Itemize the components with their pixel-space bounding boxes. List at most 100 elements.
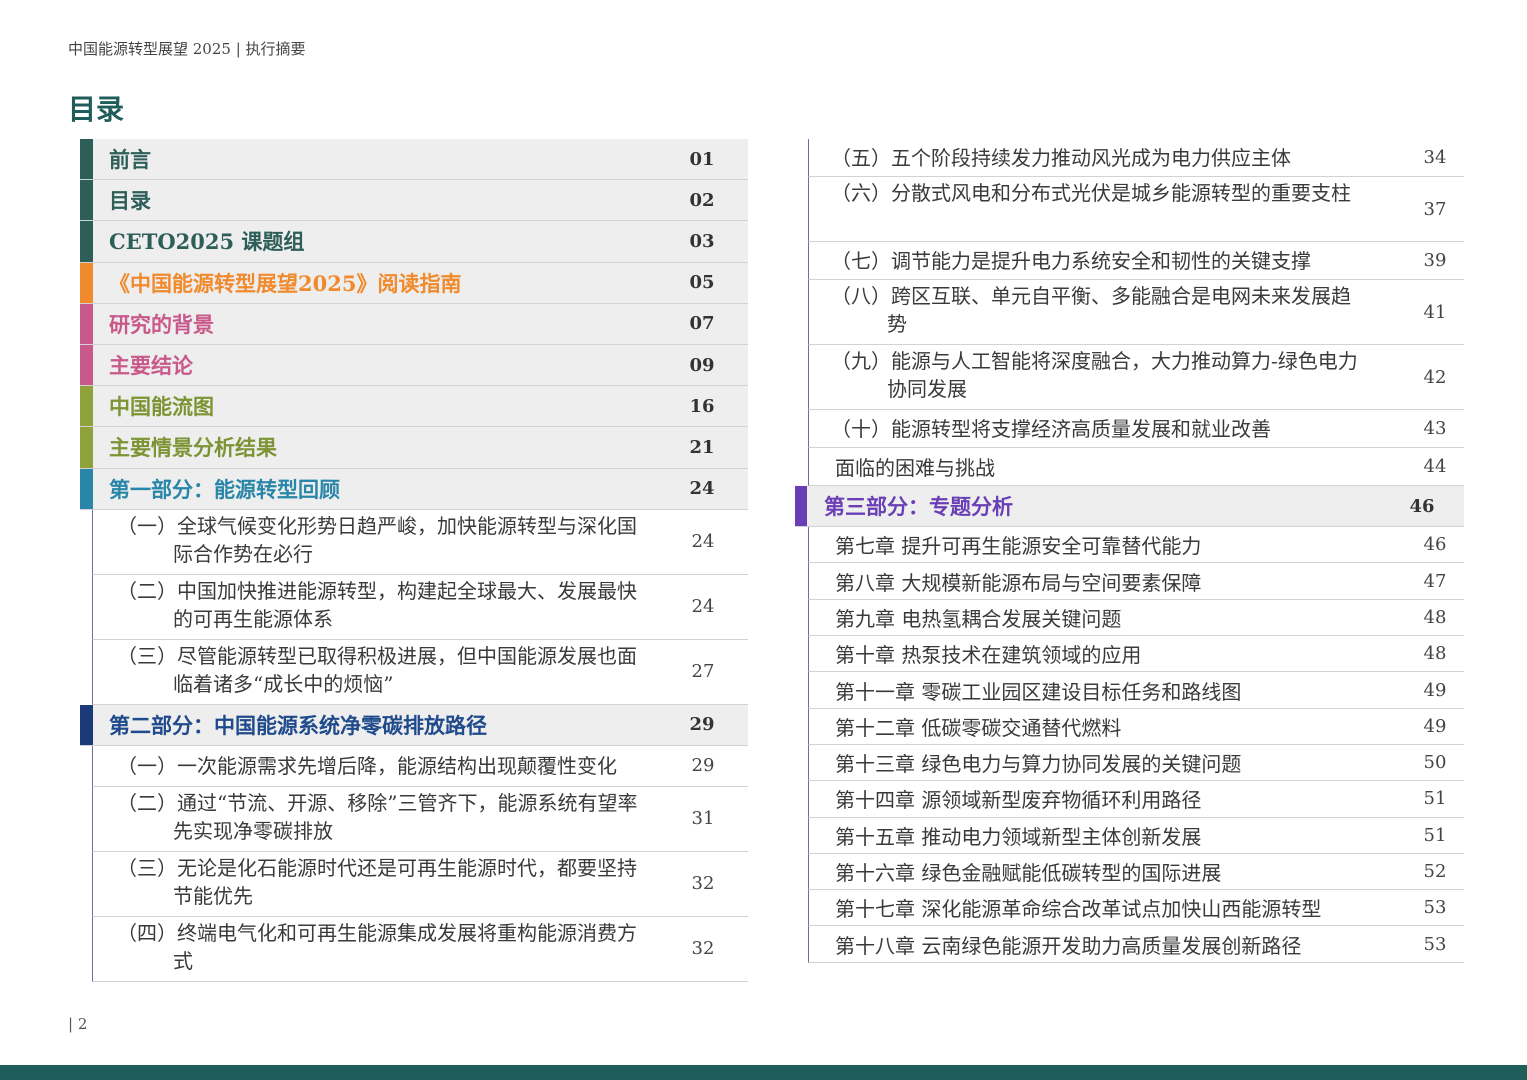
toc-entry-title: 目录	[109, 188, 151, 214]
section-color-bar	[80, 139, 93, 180]
toc-page-number: 02	[689, 189, 715, 211]
toc-entry-text: （七）调节能力是提升电力系统安全和韧性的关键支撑	[831, 248, 1311, 273]
toc-entry-title: 第十五章 推动电力领域新型主体创新发展	[835, 824, 1202, 849]
toc-page-number: 05	[689, 272, 715, 294]
toc-entry-text: （十）能源转型将支撑经济高质量发展和就业改善	[831, 416, 1271, 441]
toc-page-number: 52	[1423, 861, 1447, 882]
toc-entry[interactable]: 第十三章 绿色电力与算力协同发展的关键问题 50	[808, 744, 1464, 782]
toc-page-number: 37	[1423, 198, 1447, 220]
toc-entry[interactable]: 前言 01	[80, 139, 748, 181]
toc-page-number: 53	[1423, 933, 1447, 955]
toc-entry[interactable]: （二）中国加快推进能源转型，构建起全球最大、发展最快的可再生能源体系 24	[92, 574, 748, 640]
toc-entry[interactable]: （二）通过“节流、开源、移除”三管齐下，能源系统有望率先实现净零碳排放 31	[92, 786, 748, 852]
toc-entry[interactable]: 面临的困难与挑战 44	[808, 448, 1464, 486]
toc-entry[interactable]: 中国能流图 16	[80, 386, 748, 428]
toc-entry[interactable]: 第十五章 推动电力领域新型主体创新发展 51	[808, 817, 1464, 854]
toc-page-number: 46	[1409, 495, 1435, 517]
toc-entry-text: （八）跨区互联、单元自平衡、多能融合是电网未来发展趋势	[831, 284, 1351, 336]
toc-page-number: 51	[1423, 824, 1447, 846]
toc-entry[interactable]: 第三部分：专题分析 46	[795, 486, 1464, 528]
toc-entry[interactable]: 第九章 电热氢耦合发展关键问题 48	[808, 599, 1464, 637]
toc-page-number: 47	[1423, 570, 1447, 592]
toc-page-number: 44	[1423, 456, 1447, 477]
toc-entry[interactable]: 第一部分：能源转型回顾 24	[80, 468, 748, 510]
toc-entry-text: （九）能源与人工智能将深度融合，大力推动算力-绿色电力协同发展	[831, 349, 1358, 401]
toc-entry-title: 《中国能源转型展望2025》阅读指南	[109, 270, 462, 296]
toc-entry-title: （九）能源与人工智能将深度融合，大力推动算力-绿色电力协同发展	[831, 347, 1364, 403]
section-color-bar	[80, 344, 93, 386]
toc-page-number: 49	[1423, 679, 1447, 701]
toc-entry[interactable]: （九）能源与人工智能将深度融合，大力推动算力-绿色电力协同发展 42	[808, 345, 1464, 410]
toc-entry-title: 中国能流图	[109, 394, 214, 420]
toc-entry-title: 第十八章 云南绿色能源开发助力高质量发展创新路径	[835, 933, 1302, 958]
toc-entry[interactable]: 第二部分：中国能源系统净零碳排放路径 29	[80, 704, 748, 746]
toc-entry-title: 第一部分：能源转型回顾	[109, 476, 340, 502]
toc-page-number: 16	[689, 395, 715, 417]
toc-page-number: 53	[1423, 897, 1447, 919]
section-color-bar	[80, 221, 93, 262]
toc-entry[interactable]: 《中国能源转型展望2025》阅读指南 05	[80, 262, 748, 304]
toc-entry-title: 第八章 大规模新能源布局与空间要素保障	[835, 570, 1202, 595]
toc-entry[interactable]: （八）跨区互联、单元自平衡、多能融合是电网未来发展趋势 41	[808, 280, 1464, 345]
toc-entry-title: 面临的困难与挑战	[835, 456, 995, 480]
running-header: 中国能源转型展望 2025 | 执行摘要	[68, 40, 306, 58]
page-number: | 2	[68, 1015, 88, 1033]
toc-entry-text: （二）中国加快推进能源转型，构建起全球最大、发展最快的可再生能源体系	[117, 578, 637, 631]
toc-page-number: 34	[1423, 147, 1447, 168]
toc-right-column: （五）五个阶段持续发力推动风光成为电力供应主体 34 （六）分散式风电和分布式光伏是…	[795, 139, 1464, 963]
toc-entry-title: （三）无论是化石能源时代还是可再生能源时代，都要坚持节能优先	[117, 854, 652, 910]
toc-entry-text: （一）全球气候变化形势日趋严峻，加快能源转型与深化国际合作势在必行	[117, 513, 637, 566]
toc-entry[interactable]: （一）一次能源需求先增后降，能源结构出现颠覆性变化 29	[92, 745, 748, 787]
section-color-bar	[80, 303, 93, 344]
toc-entry-title: （一）全球气候变化形势日趋严峻，加快能源转型与深化国际合作势在必行	[117, 512, 652, 568]
toc-entry-title: 第十章 热泵技术在建筑领域的应用	[835, 643, 1142, 668]
toc-entry[interactable]: 第十二章 低碳零碳交通替代燃料 49	[808, 708, 1464, 745]
toc-entry[interactable]: 第十章 热泵技术在建筑领域的应用 48	[808, 636, 1464, 673]
toc-entry-text: （一）一次能源需求先增后降，能源结构出现颠覆性变化	[117, 753, 617, 778]
toc-page-number: 27	[691, 661, 715, 683]
toc-entry[interactable]: 目录 02	[80, 180, 748, 222]
toc-entry-title: （四）终端电气化和可再生能源集成发展将重构能源消费方式	[117, 919, 652, 975]
toc-entry-text: （四）终端电气化和可再生能源集成发展将重构能源消费方式	[117, 920, 637, 973]
toc-entry[interactable]: （三）无论是化石能源时代还是可再生能源时代，都要坚持节能优先 32	[92, 851, 748, 917]
toc-page-number: 24	[689, 478, 715, 500]
toc-entry-title: CETO2025 课题组	[109, 229, 305, 255]
toc-entry-title: 第十六章 绿色金融赋能低碳转型的国际进展	[835, 861, 1222, 885]
toc-entry-text: （三）无论是化石能源时代还是可再生能源时代，都要坚持节能优先	[117, 855, 637, 908]
section-color-bar	[80, 704, 93, 745]
toc-entry-title: 第十七章 深化能源革命综合改革试点加快山西能源转型	[835, 897, 1322, 922]
toc-entry[interactable]: （一）全球气候变化形势日趋严峻，加快能源转型与深化国际合作势在必行 24	[92, 509, 748, 575]
toc-entry[interactable]: 第十七章 深化能源革命综合改革试点加快山西能源转型 53	[808, 890, 1464, 927]
toc-entry-title: 主要结论	[109, 353, 193, 379]
toc-entry-title: 研究的背景	[109, 311, 214, 337]
toc-page-number: 07	[689, 313, 715, 335]
toc-page-number: 29	[689, 714, 715, 736]
toc-left-column: 前言 01 目录 02 CETO2025 课题组 03 《中国能源转型展望2025》阅读指南…	[80, 139, 748, 982]
toc-entry[interactable]: （四）终端电气化和可再生能源集成发展将重构能源消费方式 32	[92, 916, 748, 982]
toc-page-number: 32	[691, 873, 715, 895]
toc-entry[interactable]: 主要结论 09	[80, 344, 748, 387]
toc-entry[interactable]: 第八章 大规模新能源布局与空间要素保障 47	[808, 563, 1464, 600]
toc-entry-title: 第三部分：专题分析	[824, 494, 1013, 520]
toc-entry[interactable]: 研究的背景 07	[80, 303, 748, 345]
toc-entry[interactable]: 第十八章 云南绿色能源开发助力高质量发展创新路径 53	[808, 926, 1464, 963]
toc-page-number: 42	[1423, 366, 1447, 388]
toc-entry[interactable]: 第十四章 源领域新型废弃物循环利用路径 51	[808, 781, 1464, 818]
section-color-bar	[80, 180, 93, 221]
section-color-bar	[80, 262, 93, 303]
toc-entry[interactable]: （五）五个阶段持续发力推动风光成为电力供应主体 34	[808, 139, 1464, 177]
toc-page-number: 31	[691, 808, 715, 830]
toc-entry[interactable]: （十）能源转型将支撑经济高质量发展和就业改善 43	[808, 410, 1464, 448]
toc-entry-title: 第九章 电热氢耦合发展关键问题	[835, 606, 1122, 631]
section-color-bar	[80, 386, 93, 427]
toc-entry[interactable]: （六）分散式风电和分布式光伏是城乡能源转型的重要支柱 37	[808, 177, 1464, 242]
toc-entry[interactable]: 第十六章 绿色金融赋能低碳转型的国际进展 52	[808, 853, 1464, 891]
toc-entry[interactable]: CETO2025 课题组 03	[80, 221, 748, 263]
toc-entry[interactable]: （七）调节能力是提升电力系统安全和韧性的关键支撑 39	[808, 242, 1464, 280]
toc-page-number: 03	[689, 230, 715, 252]
toc-entry-title: 第十二章 低碳零碳交通替代燃料	[835, 715, 1122, 740]
toc-entry[interactable]: 主要情景分析结果 21	[80, 427, 748, 469]
toc-entry[interactable]: 第十一章 零碳工业园区建设目标任务和路线图 49	[808, 672, 1464, 709]
toc-entry[interactable]: （三）尽管能源转型已取得积极进展，但中国能源发展也面临着诸多“成长中的烦恼” 27	[92, 639, 748, 705]
toc-entry[interactable]: 第七章 提升可再生能源安全可靠替代能力 46	[808, 527, 1464, 564]
